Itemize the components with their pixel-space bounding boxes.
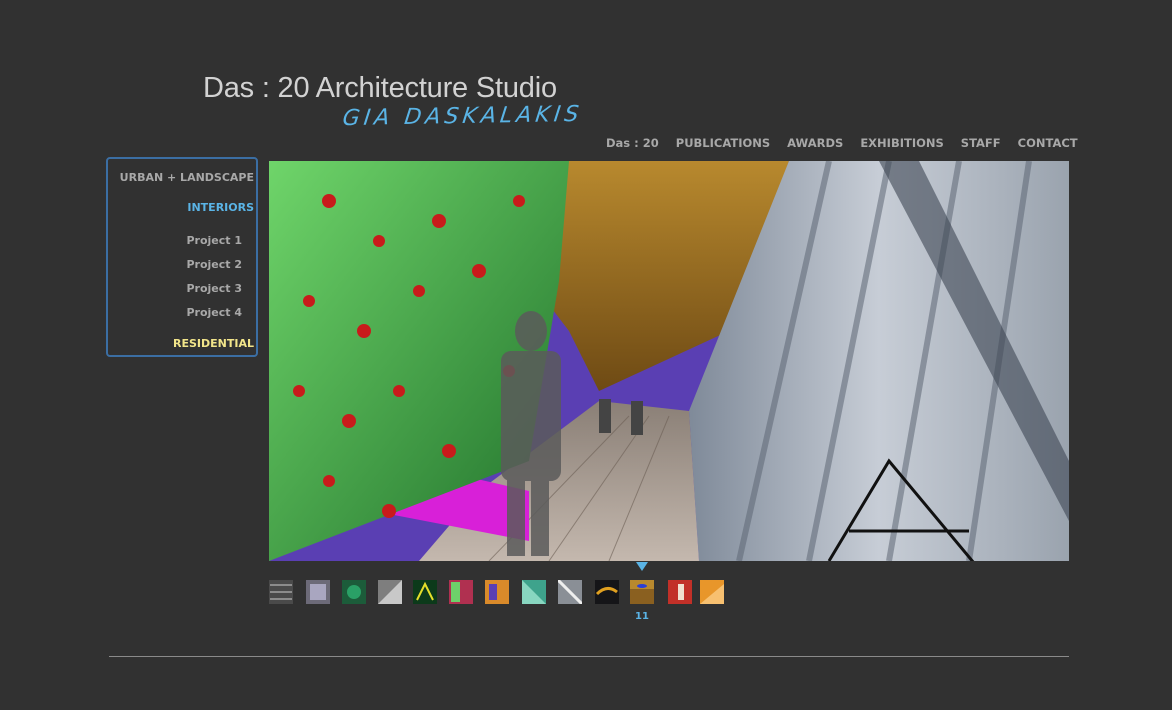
nav-item-awards[interactable]: AWARDS — [787, 136, 843, 150]
thumbnail[interactable] — [668, 580, 692, 604]
nav-item-das20[interactable]: Das : 20 — [606, 136, 659, 150]
top-nav: Das : 20 PUBLICATIONS AWARDS EXHIBITIONS… — [606, 136, 1078, 150]
thumbnail[interactable] — [378, 580, 402, 604]
thumbnail[interactable] — [700, 580, 724, 604]
thumbnail[interactable] — [485, 580, 509, 604]
nav-item-exhibitions[interactable]: EXHIBITIONS — [860, 136, 943, 150]
selected-thumb-pointer — [636, 562, 648, 571]
thumbnail[interactable] — [342, 580, 366, 604]
selected-image-number: 11 — [635, 611, 649, 622]
nav-item-publications[interactable]: PUBLICATIONS — [676, 136, 770, 150]
sidebar-item-urban-landscape[interactable]: URBAN + LANDSCAPE — [120, 171, 254, 184]
sidebar-item-project-1[interactable]: Project 1 — [186, 234, 242, 247]
footer-divider — [109, 656, 1069, 657]
signature-logo: GIA DASKALAKIS — [341, 101, 585, 132]
thumbnail[interactable] — [522, 580, 546, 604]
main-project-image — [269, 161, 1069, 561]
sidebar-item-residential[interactable]: RESIDENTIAL — [173, 337, 254, 350]
sidebar-menu: URBAN + LANDSCAPE INTERIORS Project 1 Pr… — [106, 157, 258, 357]
thumbnail[interactable] — [269, 580, 293, 604]
nav-item-contact[interactable]: CONTACT — [1018, 136, 1078, 150]
thumbnail[interactable] — [558, 580, 582, 604]
nav-item-staff[interactable]: STAFF — [961, 136, 1001, 150]
sidebar-item-interiors[interactable]: INTERIORS — [187, 201, 254, 214]
sidebar-item-project-3[interactable]: Project 3 — [186, 282, 242, 295]
thumbnail[interactable] — [306, 580, 330, 604]
thumbnail[interactable] — [413, 580, 437, 604]
thumbnail[interactable] — [449, 580, 473, 604]
site-title[interactable]: Das : 20 Architecture Studio — [203, 72, 557, 105]
thumbnail-selected[interactable] — [630, 580, 654, 604]
thumbnail[interactable] — [595, 580, 619, 604]
sidebar-item-project-4[interactable]: Project 4 — [186, 306, 242, 319]
sidebar-item-project-2[interactable]: Project 2 — [186, 258, 242, 271]
interior-rendering-image — [269, 161, 1069, 561]
